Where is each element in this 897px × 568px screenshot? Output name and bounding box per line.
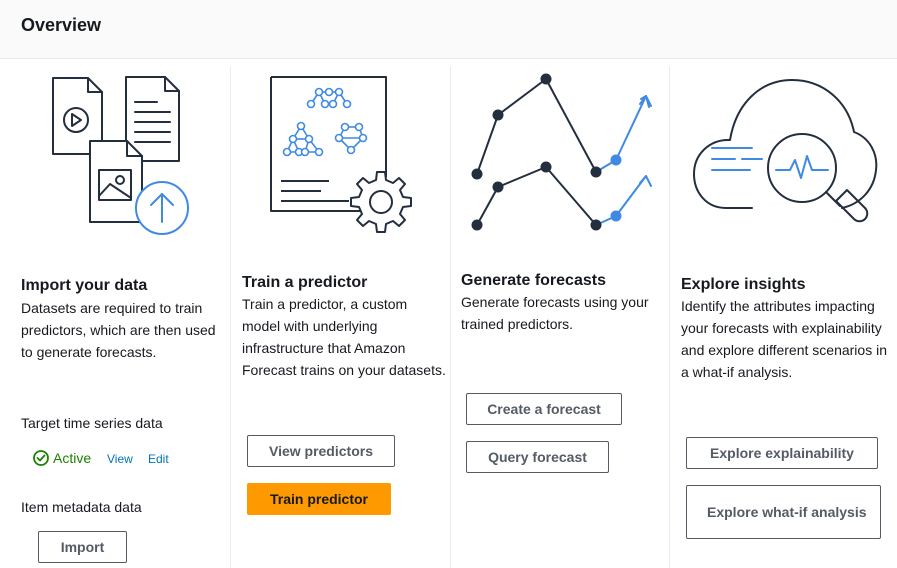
network-graph-top (306, 87, 352, 109)
train-predictor-card: Train a predictor Train a predictor, a c… (230, 66, 450, 568)
create-forecast-button[interactable]: Create a forecast (466, 393, 622, 425)
explore-insights-description: Identify the attributes impacting your f… (681, 298, 887, 380)
magnifier-pulse-icon (767, 133, 869, 223)
explore-insights-card: Explore insights Identify the attributes… (669, 66, 897, 568)
import-data-title: Import your data (21, 277, 148, 294)
status-badge: Active (53, 450, 92, 466)
query-forecast-button[interactable]: Query forecast (466, 441, 609, 473)
train-predictor-illustration (270, 76, 412, 233)
target-time-series-label: Target time series data (21, 415, 163, 431)
item-metadata-label: Item metadata data (21, 499, 142, 515)
line-chart-icon (471, 73, 652, 231)
page-header: Overview (0, 0, 897, 59)
network-graph-right (334, 122, 368, 155)
explore-insights-illustration (693, 79, 878, 223)
import-data-illustration (52, 76, 189, 235)
explore-whatif-button[interactable]: Explore what-if analysis (686, 485, 881, 539)
view-predictors-button[interactable]: View predictors (247, 435, 395, 467)
explore-insights-title: Explore insights (681, 276, 806, 293)
page-title: Overview (21, 15, 102, 35)
view-dataset-link[interactable]: View (107, 452, 133, 466)
generate-forecasts-description: Generate forecasts using your trained pr… (461, 294, 649, 332)
document-image-icon (89, 140, 143, 223)
edit-dataset-link[interactable]: Edit (148, 452, 169, 466)
network-graph-left (282, 121, 324, 157)
train-predictor-description: Train a predictor, a custom model with u… (242, 296, 446, 378)
generate-forecasts-card: Generate forecasts Generate forecasts us… (450, 66, 669, 568)
import-data-card: Import your data Datasets are required t… (0, 66, 230, 568)
check-circle-icon (33, 450, 49, 466)
import-button[interactable]: Import (38, 531, 127, 563)
train-predictor-title: Train a predictor (242, 274, 368, 291)
import-data-description: Datasets are required to train predictor… (21, 300, 216, 360)
generate-forecasts-title: Generate forecasts (461, 272, 606, 289)
upload-icon (135, 181, 189, 235)
explore-explainability-button[interactable]: Explore explainability (686, 437, 878, 469)
gear-icon (350, 171, 412, 233)
train-predictor-button[interactable]: Train predictor (247, 483, 391, 515)
